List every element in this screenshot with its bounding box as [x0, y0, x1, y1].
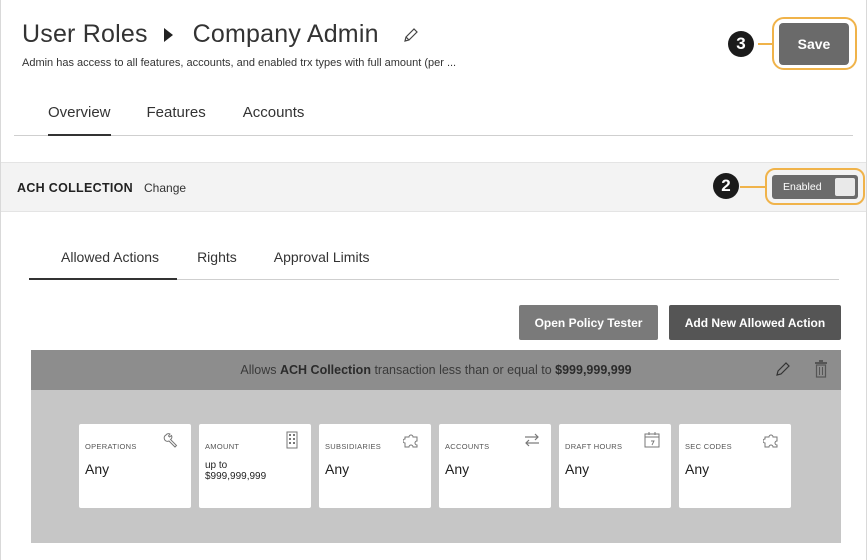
toggle-label: Enabled — [783, 181, 822, 193]
card-label: SEC CODES — [685, 442, 732, 451]
rule-summary: Allows ACH Collection transaction less t… — [31, 363, 841, 377]
tab-accounts[interactable]: Accounts — [243, 96, 305, 135]
card-value: Any — [325, 461, 350, 477]
breadcrumb-arrow-icon — [163, 27, 173, 42]
trash-icon[interactable] — [814, 360, 828, 378]
pencil-icon[interactable] — [403, 27, 419, 43]
open-policy-tester-button[interactable]: Open Policy Tester — [519, 305, 658, 340]
puzzle-icon — [762, 431, 781, 449]
tab-allowed-actions[interactable]: Allowed Actions — [29, 236, 178, 280]
add-allowed-action-button[interactable]: Add New Allowed Action — [669, 305, 841, 340]
card-value: Any — [445, 461, 470, 477]
card-sec-codes[interactable]: SEC CODES Any — [679, 424, 791, 508]
tab-approval-limits[interactable]: Approval Limits — [274, 236, 370, 279]
role-description: Admin has access to all features, accoun… — [22, 57, 457, 69]
card-subsidiaries[interactable]: SUBSIDIARIES Any — [319, 424, 431, 508]
tab-rights[interactable]: Rights — [197, 236, 237, 279]
pencil-icon[interactable] — [775, 361, 791, 377]
page-title: User Roles Company Admin — [22, 20, 419, 49]
callout-badge-2: 2 — [713, 173, 739, 199]
card-label: DRAFT HOURS — [565, 442, 623, 451]
callout-line-2 — [740, 186, 766, 188]
card-value: Any — [685, 461, 710, 477]
transfer-arrows-icon — [523, 431, 541, 449]
feature-title: ACH COLLECTION — [17, 181, 133, 195]
card-label: OPERATIONS — [85, 442, 137, 451]
rule-condition: transaction less than or equal to — [374, 363, 552, 377]
card-operations[interactable]: OPERATIONS Any — [79, 424, 191, 508]
rule-amount: $999,999,999 — [555, 363, 632, 377]
toggle-knob — [835, 178, 855, 196]
breadcrumb-user-roles[interactable]: User Roles — [22, 20, 148, 49]
rule-prefix: Allows — [240, 363, 277, 377]
card-label: ACCOUNTS — [445, 442, 490, 451]
tab-overview[interactable]: Overview — [48, 96, 111, 136]
card-label: AMOUNT — [205, 442, 240, 451]
main-tabs: Overview Features Accounts — [14, 96, 853, 136]
role-name: Company Admin — [192, 20, 379, 48]
card-value: Any — [85, 461, 110, 477]
callout-badge-3: 3 — [728, 31, 754, 57]
change-link[interactable]: Change — [144, 181, 186, 195]
rule-header: Allows ACH Collection transaction less t… — [31, 350, 841, 390]
building-icon — [283, 431, 301, 449]
card-amount[interactable]: AMOUNT up to $999,999,999 — [199, 424, 311, 508]
enabled-toggle[interactable]: Enabled — [772, 175, 858, 199]
wrench-icon — [163, 431, 181, 449]
card-draft-hours[interactable]: DRAFT HOURS Any — [559, 424, 671, 508]
calendar-icon — [643, 431, 661, 449]
callout-line-3 — [758, 43, 774, 45]
save-button[interactable]: Save — [779, 23, 849, 65]
puzzle-icon — [402, 431, 421, 449]
card-value: Any — [565, 461, 590, 477]
card-value: up to $999,999,999 — [205, 460, 267, 482]
sub-tabs: Allowed Actions Rights Approval Limits — [29, 236, 839, 280]
card-accounts[interactable]: ACCOUNTS Any — [439, 424, 551, 508]
card-label: SUBSIDIARIES — [325, 442, 382, 451]
tab-features[interactable]: Features — [147, 96, 206, 135]
rule-transaction-type: ACH Collection — [279, 363, 371, 377]
